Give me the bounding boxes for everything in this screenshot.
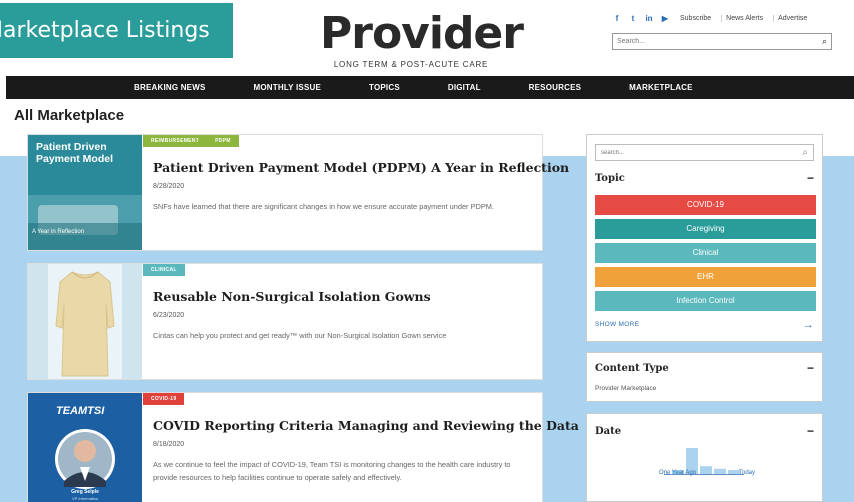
- facebook-icon[interactable]: f: [612, 14, 622, 23]
- card-image[interactable]: TEAMTSI Greg Seiple VP Informatics: [28, 393, 142, 502]
- topic-ehr[interactable]: EHR: [595, 267, 816, 287]
- sidebar-search-input[interactable]: [601, 149, 803, 156]
- provider-logo[interactable]: Provider LONG TERM & POST-ACUTE CARE: [320, 8, 524, 70]
- date-range-labels: One Year Ago Today: [659, 470, 755, 476]
- nav-topics[interactable]: TOPICS: [369, 83, 400, 92]
- card-description: SNFs have learned that there are signifi…: [153, 202, 494, 211]
- card-body: Patient Driven Payment Model (PDPM) A Ye…: [153, 135, 569, 213]
- card-description: Cintas can help you protect and get read…: [153, 331, 447, 340]
- overlay-label: Marketplace Listings: [0, 18, 210, 43]
- listing-card[interactable]: TEAMTSI Greg Seiple VP Informatics COVID…: [27, 392, 579, 502]
- topic-infection-control[interactable]: Infection Control: [595, 291, 816, 311]
- topic-caregiving[interactable]: Caregiving: [595, 219, 816, 239]
- listing-card[interactable]: CLINICAL Reusable Non-Surgical Isolation…: [27, 263, 543, 380]
- date-start-label[interactable]: One Year Ago: [659, 470, 696, 476]
- main-nav: BREAKING NEWS MONTHLY ISSUE TOPICS DIGIT…: [6, 76, 854, 99]
- nav-digital[interactable]: DIGITAL: [448, 83, 481, 92]
- date-filter-panel: Date − One Year Ago Today: [586, 413, 823, 502]
- topic-label: Topic: [595, 172, 625, 184]
- content-type-panel: Content Type − Provider Marketplace: [586, 352, 823, 402]
- teamtsi-logo: TEAMTSI: [56, 405, 105, 417]
- person-name: Greg Seiple: [71, 489, 99, 495]
- card-date: 6/23/2020: [153, 312, 185, 319]
- nav-marketplace[interactable]: MARKETPLACE: [629, 83, 693, 92]
- news-alerts-link[interactable]: News Alerts: [721, 15, 767, 22]
- content-type-label: Content Type: [595, 362, 669, 374]
- topic-covid-19[interactable]: COVID-19: [595, 195, 816, 215]
- nav-monthly-issue[interactable]: MONTHLY ISSUE: [254, 83, 322, 92]
- card-title[interactable]: Patient Driven Payment Model (PDPM) A Ye…: [153, 160, 569, 175]
- collapse-icon[interactable]: −: [807, 361, 814, 375]
- header-utility: f t in ▶ Subscribe News Alerts Advertise…: [612, 14, 832, 50]
- marketplace-listings-tab: Marketplace Listings: [0, 3, 233, 58]
- topic-filter-panel: ⌕ Topic − COVID-19 Caregiving Clinical E…: [586, 134, 823, 342]
- card-title[interactable]: Reusable Non-Surgical Isolation Gowns: [153, 289, 532, 304]
- card-description: As we continue to feel the impact of COV…: [153, 460, 511, 482]
- header-search: ⌕: [612, 33, 832, 50]
- pdpm-image-heading: Patient Driven Payment Model: [36, 141, 114, 165]
- content-type-header[interactable]: Content Type −: [587, 361, 822, 375]
- advertise-link[interactable]: Advertise: [773, 15, 811, 22]
- card-date: 8/28/2020: [153, 183, 185, 190]
- collapse-icon[interactable]: −: [807, 424, 814, 438]
- date-label: Date: [595, 425, 622, 437]
- arrow-right-icon: →: [802, 319, 814, 331]
- card-body: Reusable Non-Surgical Isolation Gowns 6/…: [153, 264, 532, 342]
- social-row: f t in ▶ Subscribe News Alerts Advertise: [612, 14, 832, 23]
- person-title: VP Informatics: [72, 496, 98, 501]
- card-image[interactable]: [28, 264, 142, 379]
- youtube-icon[interactable]: ▶: [660, 14, 670, 23]
- subscribe-link[interactable]: Subscribe: [676, 15, 715, 22]
- logo-subtitle: LONG TERM & POST-ACUTE CARE: [333, 60, 489, 69]
- nav-breaking-news[interactable]: BREAKING NEWS: [134, 83, 206, 92]
- search-icon[interactable]: ⌕: [802, 147, 808, 158]
- show-more-label: SHOW MORE: [595, 321, 640, 328]
- topic-header[interactable]: Topic −: [587, 171, 822, 185]
- search-icon[interactable]: ⌕: [822, 36, 827, 47]
- page-title: All Marketplace: [14, 107, 125, 124]
- topic-clinical[interactable]: Clinical: [595, 243, 816, 263]
- header-search-input[interactable]: [617, 38, 822, 45]
- twitter-icon[interactable]: t: [628, 14, 638, 23]
- nav-resources[interactable]: RESOURCES: [529, 83, 581, 92]
- logo-title: Provider: [320, 8, 524, 59]
- card-date: 8/18/2020: [153, 441, 185, 448]
- card-title[interactable]: COVID Reporting Criteria Managing and Re…: [153, 418, 579, 433]
- linkedin-icon[interactable]: in: [644, 14, 654, 23]
- gown-image: [28, 264, 142, 379]
- listing-card[interactable]: Patient Driven Payment Model A Year in R…: [27, 134, 569, 251]
- card-image[interactable]: Patient Driven Payment Model A Year in R…: [28, 135, 142, 250]
- card-body: COVID Reporting Criteria Managing and Re…: [153, 393, 579, 484]
- date-end-label[interactable]: Today: [739, 470, 755, 476]
- content-type-value[interactable]: Provider Marketplace: [587, 385, 822, 392]
- collapse-icon[interactable]: −: [807, 171, 814, 185]
- date-header[interactable]: Date −: [587, 424, 822, 438]
- sidebar-search: ⌕: [595, 144, 814, 161]
- pdpm-image-caption: A Year in Reflection: [32, 229, 85, 235]
- show-more-link[interactable]: SHOW MORE →: [587, 319, 822, 331]
